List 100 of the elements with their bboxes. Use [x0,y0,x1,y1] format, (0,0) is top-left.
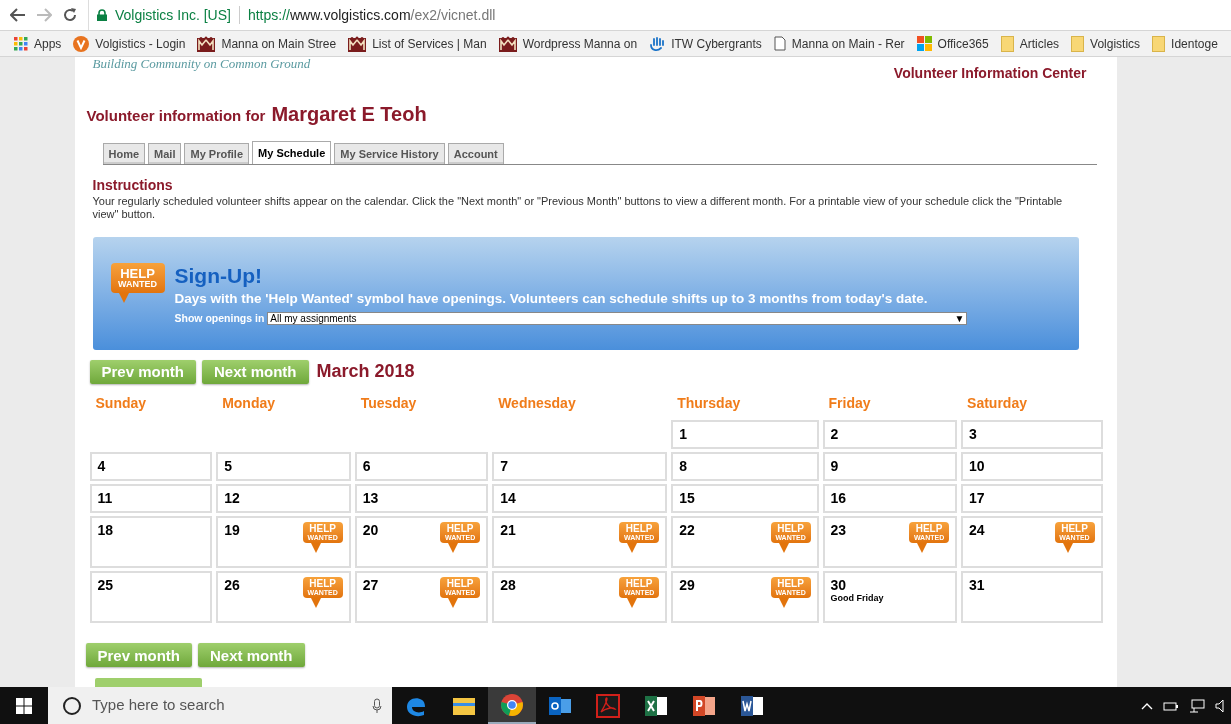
weekday-header: Saturday [966,394,1028,414]
calendar-day[interactable]: 11 [89,484,213,514]
chevron-up-icon[interactable] [1141,701,1153,710]
volunteer-name: Margaret E Teoh [271,102,427,127]
day-number: 29 [679,577,695,594]
microphone-icon [372,697,382,714]
calendar-day[interactable]: 14 [492,484,668,514]
taskbar-app[interactable] [488,687,536,724]
battery-icon[interactable] [1163,699,1179,712]
tab[interactable]: My Schedule [252,141,332,164]
instructions-text: Your regularly scheduled volunteer shifts appear on the calendar. Click the "Next month" or "Previous Month" buttons to view a different month. For a printable view of your schedule click the "Printable view" button. [92,194,1064,221]
tab[interactable]: Mail [148,143,182,164]
back-icon[interactable] [10,8,26,22]
tab[interactable]: Home [102,143,146,164]
day-number: 30 [830,577,848,594]
day-number: 18 [97,522,114,539]
info-label: Volunteer information for [86,106,266,126]
day-number: 14 [500,490,516,507]
day-number: 4 [97,458,106,475]
network-icon[interactable] [1189,698,1205,713]
weekday-header: Sunday [94,394,148,414]
day-number: 27 [362,577,379,594]
calendar-day[interactable]: 16 [822,484,958,514]
page-icon [773,36,786,51]
start-icon[interactable] [16,697,32,714]
bookmark[interactable]: Volgistics - Login [73,34,186,53]
calendar-day[interactable]: 8 [671,452,819,482]
day-number: 3 [969,426,977,443]
weekday-header: Thursday [676,394,742,414]
day-number: 1 [679,426,687,443]
select-label: Show openings in [174,311,265,326]
openings-select[interactable]: All my assignments ▼ [267,312,968,326]
calendar-day[interactable]: 13 [354,484,489,514]
day-number: 28 [500,577,516,594]
four-squares-icon [916,36,932,51]
day-number: 26 [224,577,240,594]
day-number: 12 [224,490,240,507]
apps-grid-icon [14,36,28,51]
reload-icon[interactable] [62,7,78,23]
calendar-day[interactable]: 12 [216,484,351,514]
bookmark[interactable]: Manna on Main Stree [197,34,337,53]
calendar-day[interactable]: 7 [492,452,668,482]
weekday-header: Monday [221,394,276,414]
lock-icon [97,9,107,21]
calendar-day[interactable]: 10 [961,452,1103,482]
bookmark[interactable]: Volgistics [1071,34,1141,53]
day-number: 25 [97,577,114,594]
v-logo-icon [73,35,90,52]
bookmark[interactable]: Identoge [1152,34,1218,53]
instructions-heading: Instructions [92,177,174,195]
bookmark[interactable]: ITW Cybergrants [649,34,762,53]
hand-icon [649,35,666,52]
calendar-day[interactable]: 17 [961,484,1103,514]
day-number: 5 [224,458,232,475]
calendar-day[interactable]: 15 [671,484,819,514]
bookmark[interactable]: List of Services | Man [348,34,487,53]
calendar-day[interactable]: 31 [961,571,1103,624]
signup-title: Sign-Up! [174,262,263,289]
tagline: Building Community on Common Ground [92,57,311,70]
calendar-day[interactable]: 25 [89,571,213,624]
day-number: 17 [969,490,985,507]
calendar-day[interactable]: 1 [671,420,819,450]
day-number: 10 [969,458,985,475]
folder-icon [1152,35,1166,52]
chrome-icon [500,692,524,717]
calendar-day[interactable]: 2 [822,420,958,450]
day-number: 13 [362,490,379,507]
day-number: 19 [224,522,240,539]
tab[interactable]: My Profile [184,143,250,164]
month-title: March 2018 [316,360,415,384]
calendar-day[interactable]: 6 [354,452,489,482]
day-number: 24 [969,522,985,539]
bookmark[interactable]: Apps [14,34,62,53]
day-number: 21 [500,522,516,539]
bookmark[interactable]: Wordpress Manna on [498,34,638,53]
calendar-day[interactable]: 9 [822,452,958,482]
day-number: 2 [830,426,839,443]
search-icon [62,695,82,716]
weekday-header: Tuesday [359,394,418,414]
speaker-icon[interactable] [1215,698,1225,713]
bookmark[interactable]: Manna on Main - Rer [773,34,905,53]
day-number: 23 [830,522,847,539]
calendar-day[interactable]: 4 [89,452,213,482]
day-number: 15 [679,490,695,507]
bookmark[interactable]: Office365 [916,34,989,53]
day-number: 7 [500,458,508,475]
signup-text: Days with the 'Help Wanted' symbol have openings. Volunteers can schedule shifts up to 3 months from today's date. [174,289,929,308]
tab[interactable]: Account [447,143,504,164]
calendar-day[interactable]: 18 [89,516,213,569]
calendar-day[interactable]: 30 Good Friday [822,571,958,624]
calendar-day[interactable]: 5 [216,452,351,482]
taskbar-search-field[interactable]: Type here to search [48,687,392,724]
day-number: 11 [97,490,113,507]
calendar-day[interactable]: 3 [961,420,1103,450]
tab[interactable]: My Service History [334,143,445,164]
pdf-app-icon [596,693,620,718]
site-identity: Volgistics Inc. [US] [115,5,231,25]
bookmark[interactable]: Articles [1000,34,1060,53]
day-number: 9 [830,458,839,475]
help-wanted-sign: HELP WANTED [110,262,165,303]
